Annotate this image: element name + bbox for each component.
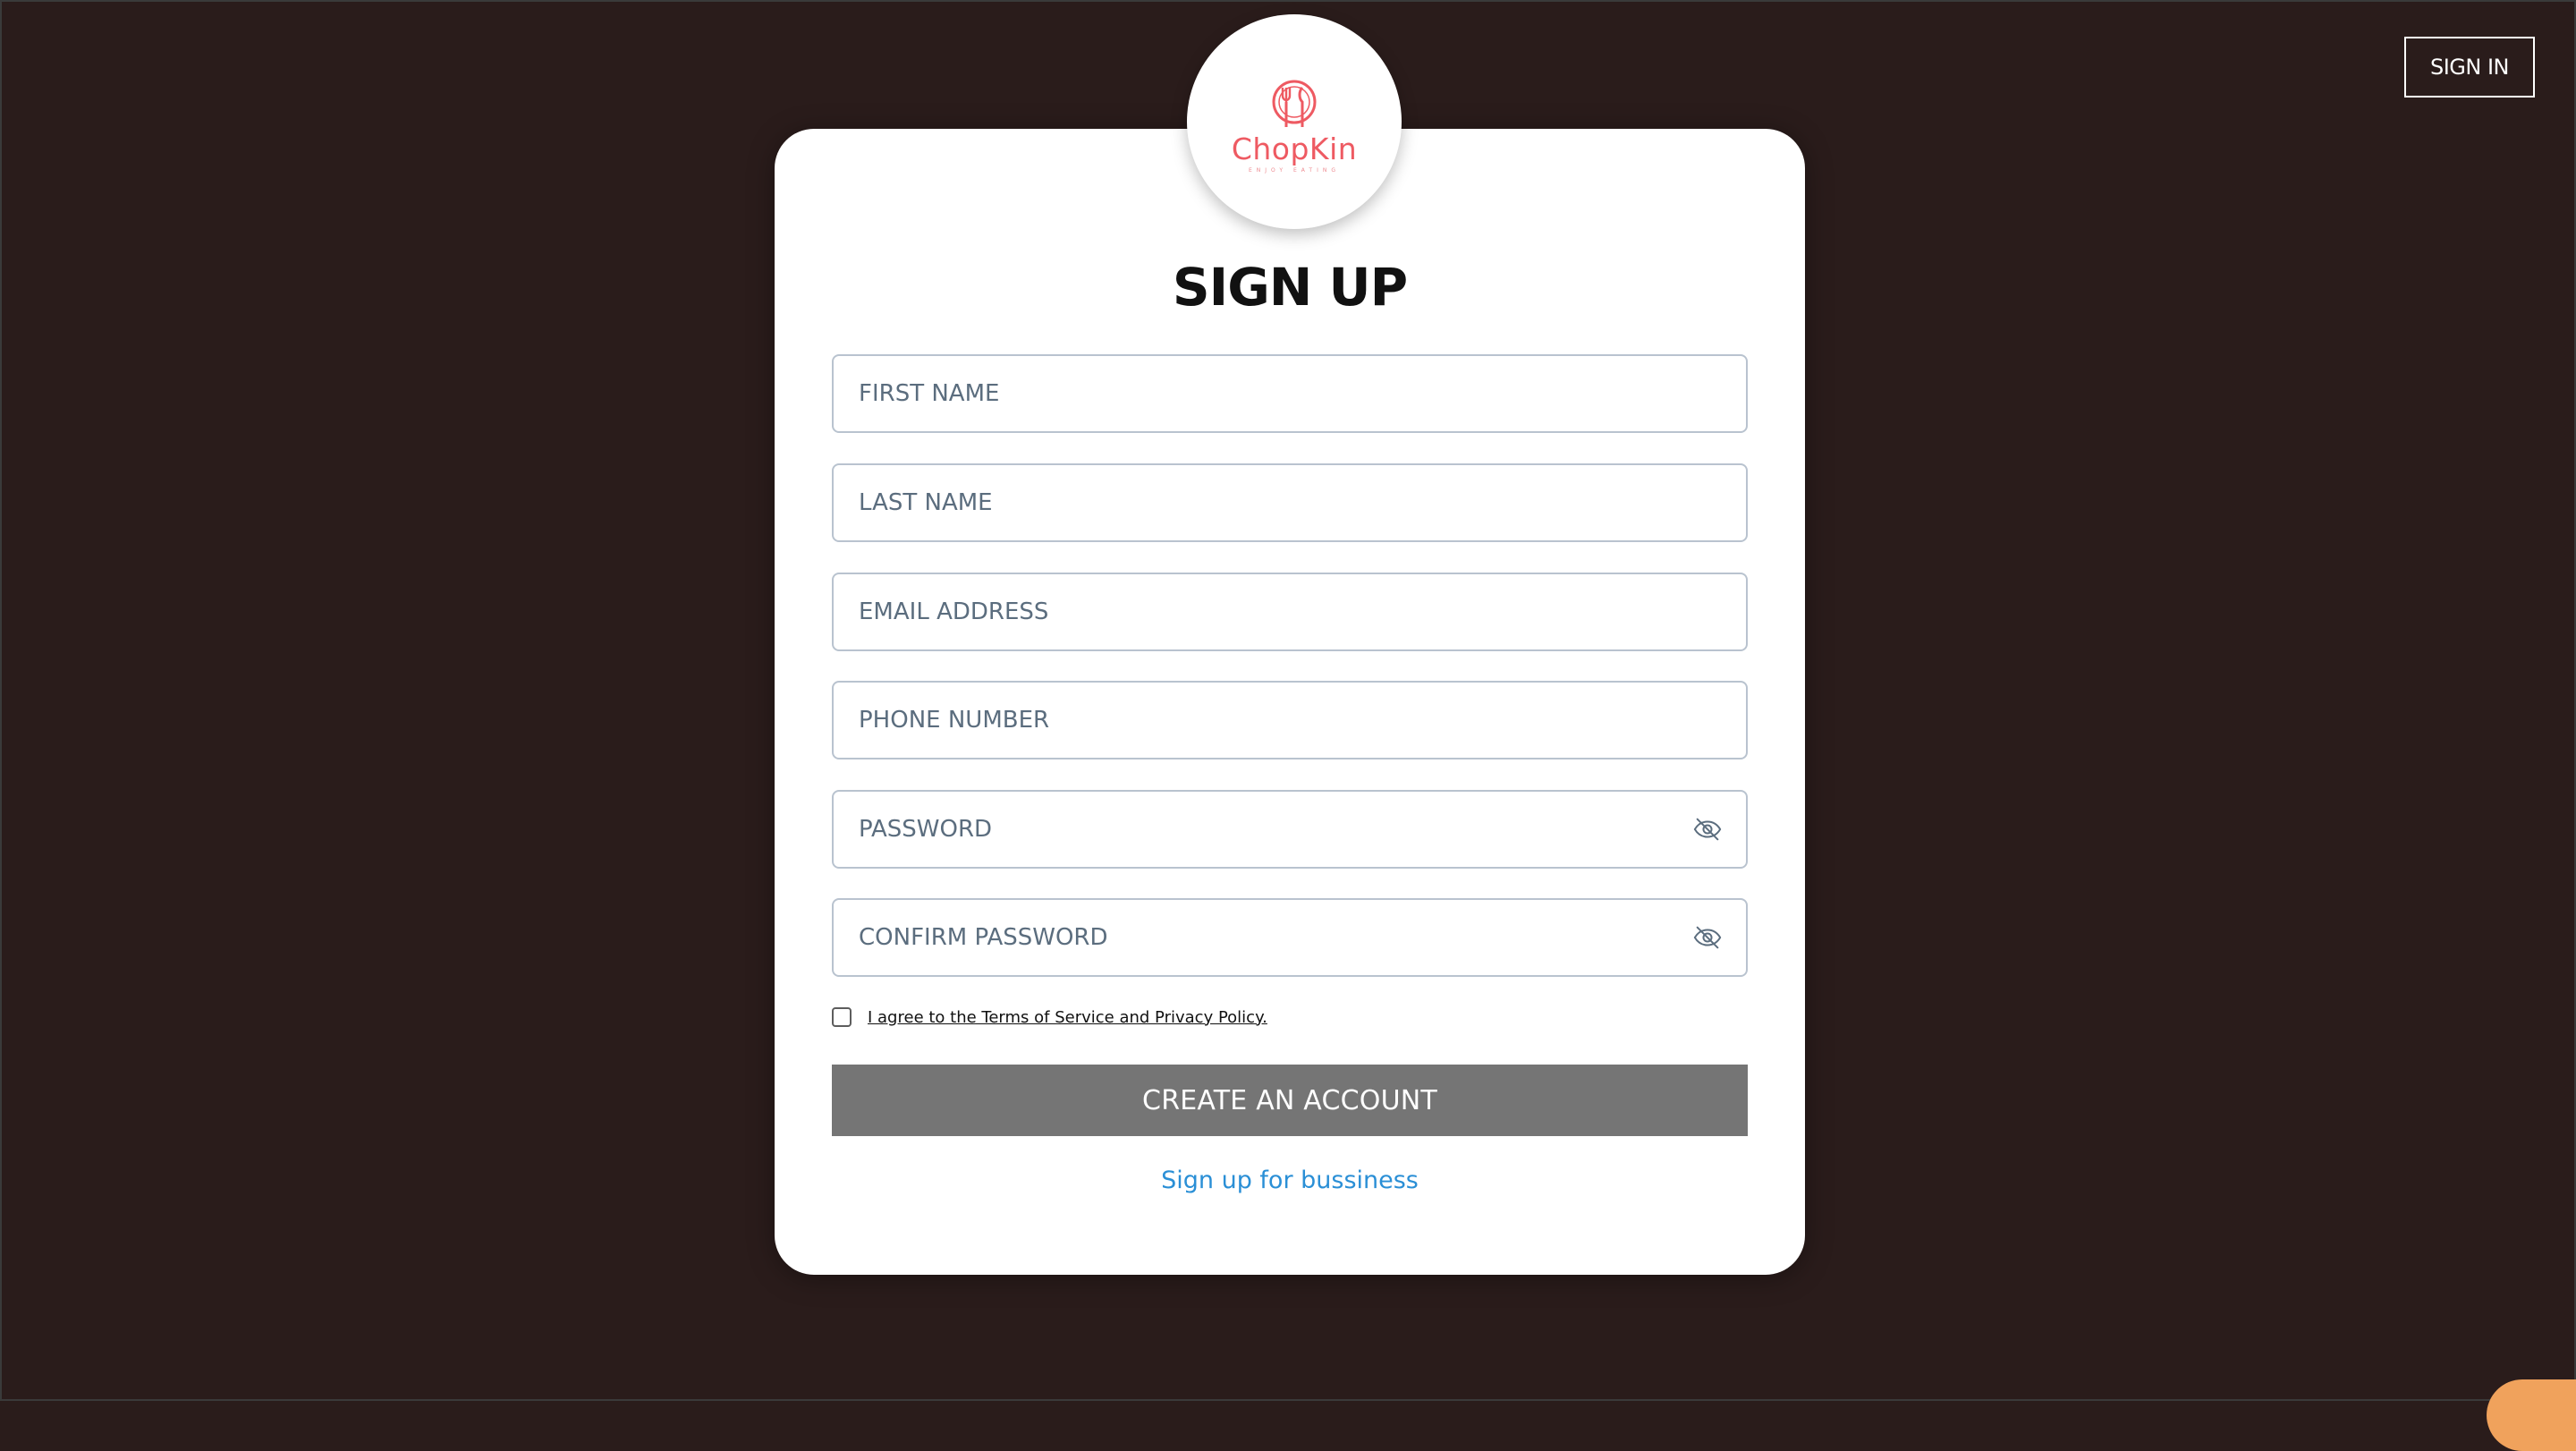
logo: ChopKin ENJOY EATING bbox=[1187, 14, 1402, 229]
confirm-password-field[interactable] bbox=[832, 898, 1748, 977]
eye-slash-icon[interactable] bbox=[1692, 922, 1723, 953]
business-signup-link[interactable]: Sign up for bussiness bbox=[775, 1167, 1805, 1194]
create-account-button[interactable]: CREATE AN ACCOUNT bbox=[832, 1065, 1748, 1136]
signup-card: SIGN UP I agree to the Terms of Service … bbox=[775, 129, 1805, 1275]
page-title: SIGN UP bbox=[1172, 257, 1408, 318]
fork-knife-plate-icon bbox=[1272, 80, 1317, 127]
confirm-password-input[interactable] bbox=[857, 899, 1692, 976]
terms-link[interactable]: I agree to the Terms of Service and Priv… bbox=[868, 1008, 1267, 1027]
password-field[interactable] bbox=[832, 790, 1748, 869]
terms-checkbox[interactable] bbox=[832, 1007, 852, 1027]
email-field[interactable] bbox=[832, 573, 1748, 651]
logo-tagline: ENJOY EATING bbox=[1248, 167, 1341, 174]
phone-field[interactable] bbox=[832, 681, 1748, 759]
last-name-input[interactable] bbox=[857, 464, 1723, 541]
email-input[interactable] bbox=[857, 573, 1723, 650]
last-name-field[interactable] bbox=[832, 463, 1748, 542]
terms-row: I agree to the Terms of Service and Priv… bbox=[832, 1007, 1267, 1027]
logo-text: ChopKin bbox=[1231, 132, 1358, 166]
phone-input[interactable] bbox=[857, 682, 1723, 759]
first-name-field[interactable] bbox=[832, 354, 1748, 433]
first-name-input[interactable] bbox=[857, 355, 1723, 432]
password-input[interactable] bbox=[857, 791, 1692, 868]
chat-widget-button[interactable] bbox=[2487, 1379, 2576, 1451]
eye-slash-icon[interactable] bbox=[1692, 814, 1723, 844]
sign-in-button[interactable]: SIGN IN bbox=[2404, 37, 2535, 98]
